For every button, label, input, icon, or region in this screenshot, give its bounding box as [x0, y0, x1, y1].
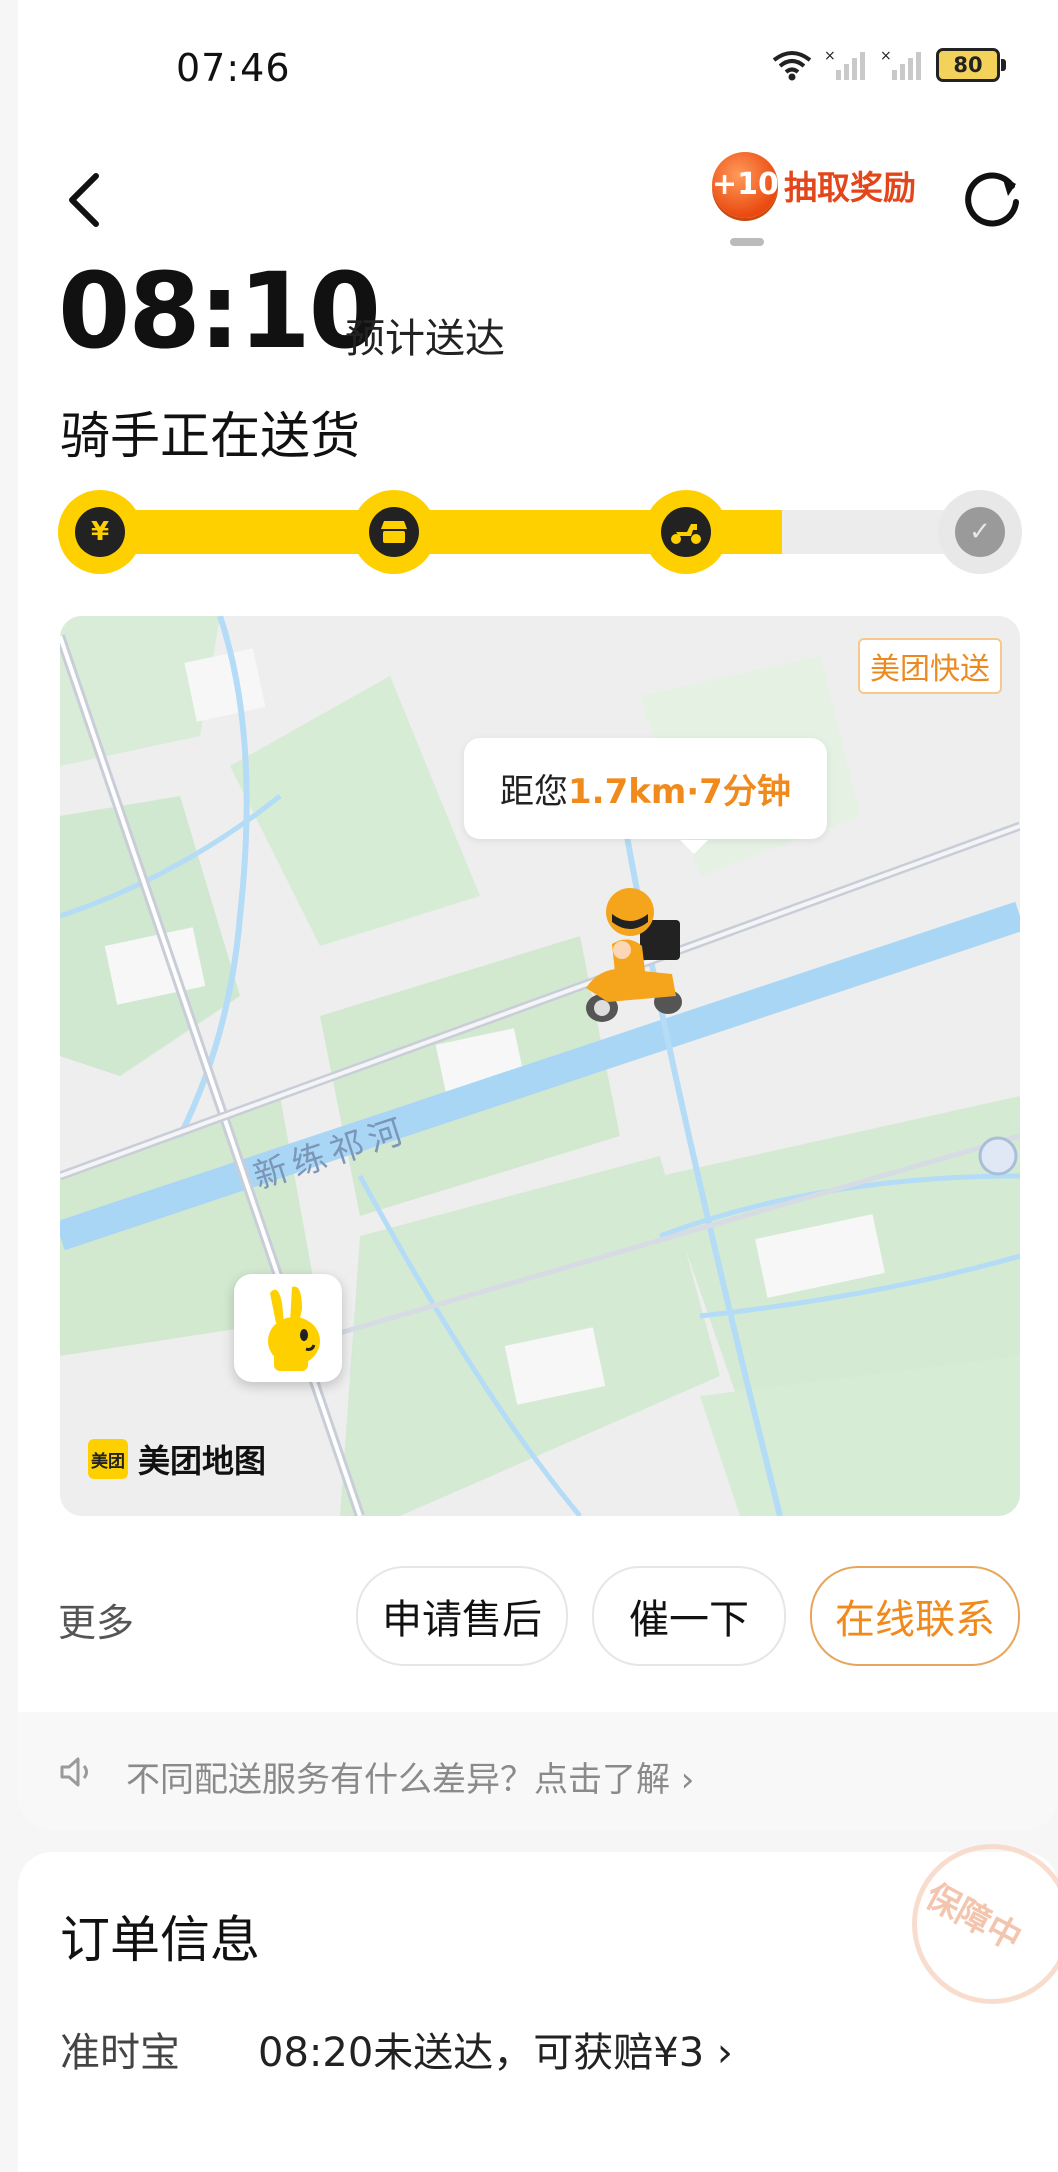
- ontime-guarantee-label: 准时宝: [60, 2030, 180, 2076]
- reward-badge: +10: [712, 152, 779, 218]
- order-info-title: 订单信息: [60, 1911, 260, 1969]
- back-icon[interactable]: [60, 170, 112, 230]
- map-logo: 美团 美团地图: [88, 1436, 266, 1482]
- wifi-icon: [772, 51, 812, 81]
- urge-button[interactable]: 催一下: [592, 1566, 786, 1666]
- destination-pin: [234, 1274, 342, 1382]
- check-icon: ✓: [955, 507, 1005, 557]
- scooter-icon: [661, 507, 711, 557]
- refresh-icon[interactable]: [962, 168, 1024, 230]
- meituan-logo-icon: 美团: [88, 1439, 128, 1479]
- yuan-icon: ¥: [75, 507, 125, 557]
- reward-label: 抽取奖励: [784, 168, 916, 207]
- map-logo-text: 美团地图: [138, 1442, 267, 1480]
- more-button[interactable]: 更多: [58, 1592, 134, 1647]
- rider-icon: [586, 888, 682, 1022]
- distance-value: 1.7km·7分钟: [568, 772, 791, 812]
- step-paid: ¥: [58, 490, 142, 574]
- map-brand-tag: 美团快送: [858, 638, 1002, 694]
- status-bar-icons: × × 80: [770, 48, 1006, 82]
- step-delivered: ✓: [938, 490, 1022, 574]
- store-icon: [369, 507, 419, 557]
- speaker-icon: [60, 1757, 88, 1787]
- step-rider: [644, 490, 728, 574]
- contact-button[interactable]: 在线联系: [810, 1566, 1020, 1666]
- ontime-guarantee-value[interactable]: 08:20未送达，可获赔¥3 ›: [258, 2020, 733, 2078]
- map-view[interactable]: 美团快送 距您1.7km·7分钟 新练祁河 美团 美团地图: [60, 616, 1020, 1516]
- svg-text:×: ×: [880, 48, 892, 64]
- delivery-status: 骑手正在送货: [60, 407, 360, 465]
- bubble-tail: [680, 840, 708, 854]
- battery-indicator: 80: [936, 48, 1006, 82]
- signal-icon: ×: [824, 48, 865, 80]
- eta-label: 预计送达: [345, 316, 505, 362]
- distance-prefix: 距您: [500, 772, 568, 812]
- reward-button[interactable]: +10 抽取奖励: [712, 152, 916, 218]
- mascot-icon: [268, 1286, 320, 1371]
- eta-time: 08:10: [58, 250, 381, 372]
- after-sale-button[interactable]: 申请售后: [356, 1566, 568, 1666]
- svg-text:×: ×: [824, 48, 836, 64]
- step-store: [352, 490, 436, 574]
- reward-shadow: [730, 238, 764, 246]
- distance-bubble: 距您1.7km·7分钟: [464, 738, 827, 839]
- status-bar-time: 07:46: [176, 46, 291, 90]
- notice-text[interactable]: 不同配送服务有什么差异？点击了解 ›: [126, 1752, 694, 1801]
- signal-icon-2: ×: [880, 48, 921, 80]
